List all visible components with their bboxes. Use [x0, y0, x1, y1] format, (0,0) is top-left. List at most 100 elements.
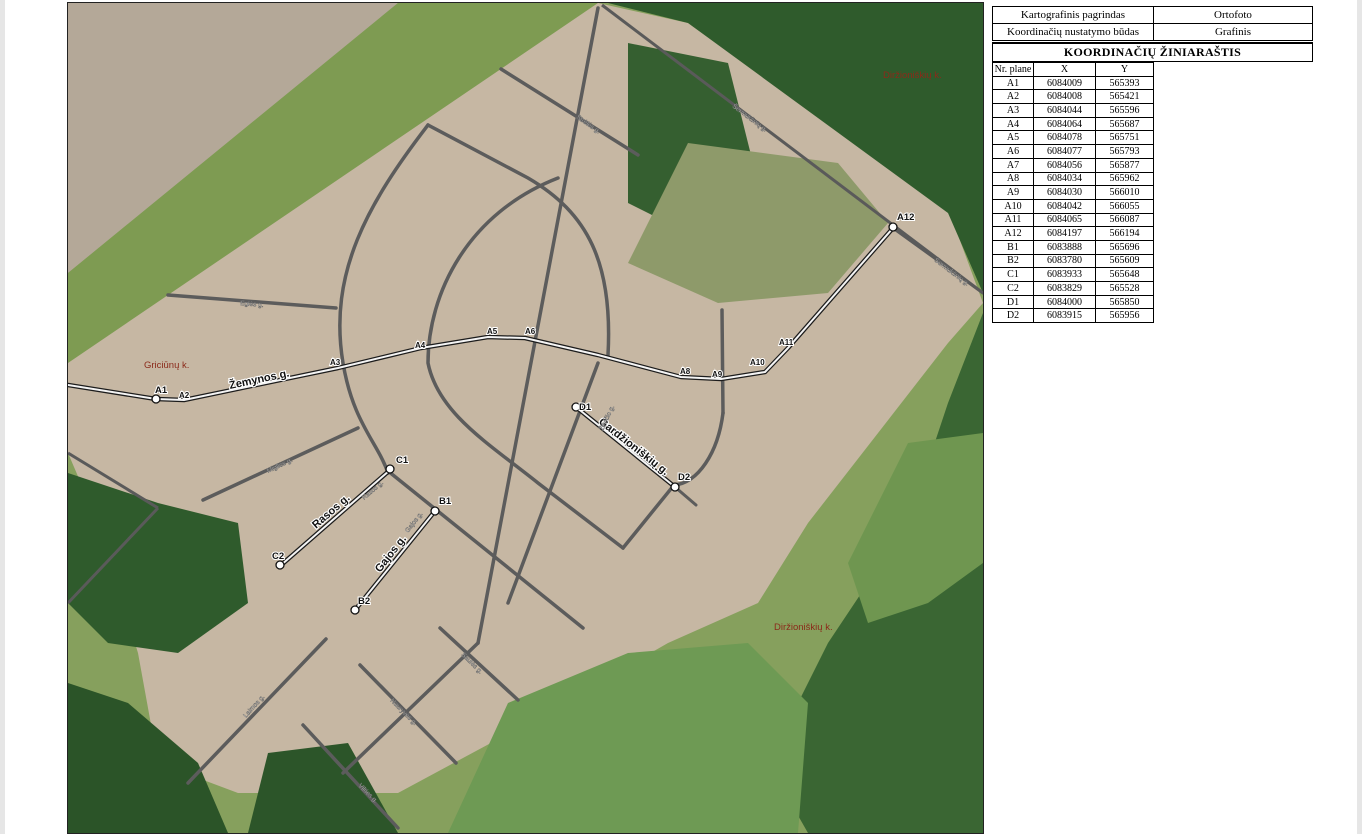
point-label-c2: C2 [272, 551, 284, 562]
table-row: A5 6084078 565751 [992, 130, 1154, 146]
point-label-a2: A2 [179, 391, 190, 400]
table-row: A6 6084077 565793 [992, 144, 1154, 159]
viewer-frame-left [0, 0, 5, 834]
cell-x: 6084030 [1033, 185, 1096, 200]
marker-b1[interactable] [430, 506, 440, 516]
coordinates-title: KOORDINAČIŲ ŽINIARAŠTIS [992, 42, 1313, 62]
marker-a12[interactable] [888, 222, 898, 232]
cell-y: 565696 [1095, 239, 1154, 255]
info-label-basemap: Kartografinis pagrindas [992, 6, 1154, 24]
cell-id: B1 [992, 239, 1034, 255]
marker-b2[interactable] [350, 605, 360, 615]
cell-id: B2 [992, 253, 1034, 269]
coordinates-header-row: Nr. plane X Y [992, 62, 1154, 77]
cell-y: 566055 [1095, 198, 1154, 214]
cell-id: D2 [992, 308, 1034, 324]
cell-y: 565687 [1095, 116, 1154, 132]
marker-c1[interactable] [385, 464, 395, 474]
table-row: A3 6084044 565596 [992, 103, 1154, 118]
cell-y: 566194 [1095, 226, 1154, 241]
orthophoto-map[interactable]: Griciūnų k. Diržioniškių k. Diržioniškių… [67, 2, 984, 834]
marker-a1[interactable] [151, 394, 161, 404]
cell-id: A12 [992, 226, 1034, 241]
cell-x: 6084056 [1033, 157, 1096, 173]
cell-x: 6084078 [1033, 130, 1096, 146]
table-row: B1 6083888 565696 [992, 239, 1154, 255]
table-row: A7 6084056 565877 [992, 157, 1154, 173]
cell-y: 565393 [1095, 75, 1154, 91]
cell-x: 6084064 [1033, 116, 1096, 132]
point-label-a4: A4 [415, 341, 426, 350]
cell-id: A6 [992, 144, 1034, 159]
cell-id: A9 [992, 185, 1034, 200]
marker-c2[interactable] [275, 560, 285, 570]
cell-x: 6083780 [1033, 253, 1096, 269]
cell-y: 565956 [1095, 308, 1154, 324]
table-row: A2 6084008 565421 [992, 89, 1154, 105]
cell-id: A8 [992, 171, 1034, 187]
viewer-frame-right [1357, 0, 1362, 834]
cell-y: 565793 [1095, 144, 1154, 159]
street-east-stub [720, 308, 725, 415]
cell-y: 565609 [1095, 253, 1154, 269]
cell-x: 6083915 [1033, 308, 1096, 324]
point-label-a3: A3 [330, 358, 341, 367]
cell-id: A11 [992, 212, 1034, 228]
marker-d2[interactable] [670, 482, 680, 492]
cell-id: C2 [992, 281, 1034, 296]
village-label-dirzioniskiu-north: Diržioniškių k. [883, 70, 942, 81]
cell-x: 6084044 [1033, 103, 1096, 118]
cell-id: C1 [992, 267, 1034, 282]
cell-y: 565751 [1095, 130, 1154, 146]
point-label-c1: C1 [396, 455, 409, 466]
coordinates-body: A1 6084009 565393 A2 6084008 565421 A3 6084044 5… [992, 75, 1154, 324]
col-header-point: Nr. plane [992, 62, 1034, 77]
point-label-d2: D2 [678, 472, 690, 483]
cell-x: 6084008 [1033, 89, 1096, 105]
point-label-a9: A9 [712, 370, 723, 379]
cell-x: 6084065 [1033, 212, 1096, 228]
cell-id: A3 [992, 103, 1034, 118]
coordinates-table: Nr. plane X Y A1 6084009 565393 A2 6084008 56… [992, 62, 1154, 324]
point-label-a11: A11 [779, 338, 794, 347]
cell-y: 566010 [1095, 185, 1154, 200]
cell-x: 6083829 [1033, 281, 1096, 296]
cell-x: 6084042 [1033, 198, 1096, 214]
village-label-dirzioniskiu-south: Diržioniškių k. [774, 622, 833, 633]
cell-x: 6083888 [1033, 239, 1096, 255]
point-label-b2: B2 [358, 596, 370, 607]
col-header-y: Y [1095, 62, 1154, 77]
info-value-basemap: Ortofoto [1153, 6, 1313, 24]
point-label-d1: D1 [579, 402, 592, 413]
table-row: A9 6084030 566010 [992, 185, 1154, 200]
cell-x: 6083933 [1033, 267, 1096, 282]
point-label-a10: A10 [750, 358, 765, 367]
info-value-method: Grafinis [1153, 23, 1313, 41]
cell-id: A1 [992, 75, 1034, 91]
table-row: A4 6084064 565687 [992, 116, 1154, 132]
map-svg: Griciūnų k. Diržioniškių k. Diržioniškių… [68, 3, 983, 833]
col-header-x: X [1033, 62, 1096, 77]
cell-y: 565877 [1095, 157, 1154, 173]
cell-y: 565421 [1095, 89, 1154, 105]
cell-x: 6084009 [1033, 75, 1096, 91]
table-row: D2 6083915 565956 [992, 308, 1154, 324]
cell-x: 6084034 [1033, 171, 1096, 187]
cell-id: A4 [992, 116, 1034, 132]
info-label-method: Koordinačių nustatymo būdas [992, 23, 1154, 41]
table-row: A12 6084197 566194 [992, 226, 1154, 241]
cell-y: 566087 [1095, 212, 1154, 228]
cell-id: A5 [992, 130, 1034, 146]
cell-y: 565648 [1095, 267, 1154, 282]
table-row: C1 6083933 565648 [992, 267, 1154, 282]
info-row-method: Koordinačių nustatymo būdas Grafinis [992, 23, 1313, 41]
table-row: B2 6083780 565609 [992, 253, 1154, 269]
point-label-a12: A12 [897, 212, 914, 223]
info-row-basemap: Kartografinis pagrindas Ortofoto [992, 6, 1313, 24]
cell-id: A10 [992, 198, 1034, 214]
cell-x: 6084077 [1033, 144, 1096, 159]
table-row: A10 6084042 566055 [992, 198, 1154, 214]
table-row: C2 6083829 565528 [992, 281, 1154, 296]
cell-id: A2 [992, 89, 1034, 105]
point-label-b1: B1 [439, 496, 452, 507]
